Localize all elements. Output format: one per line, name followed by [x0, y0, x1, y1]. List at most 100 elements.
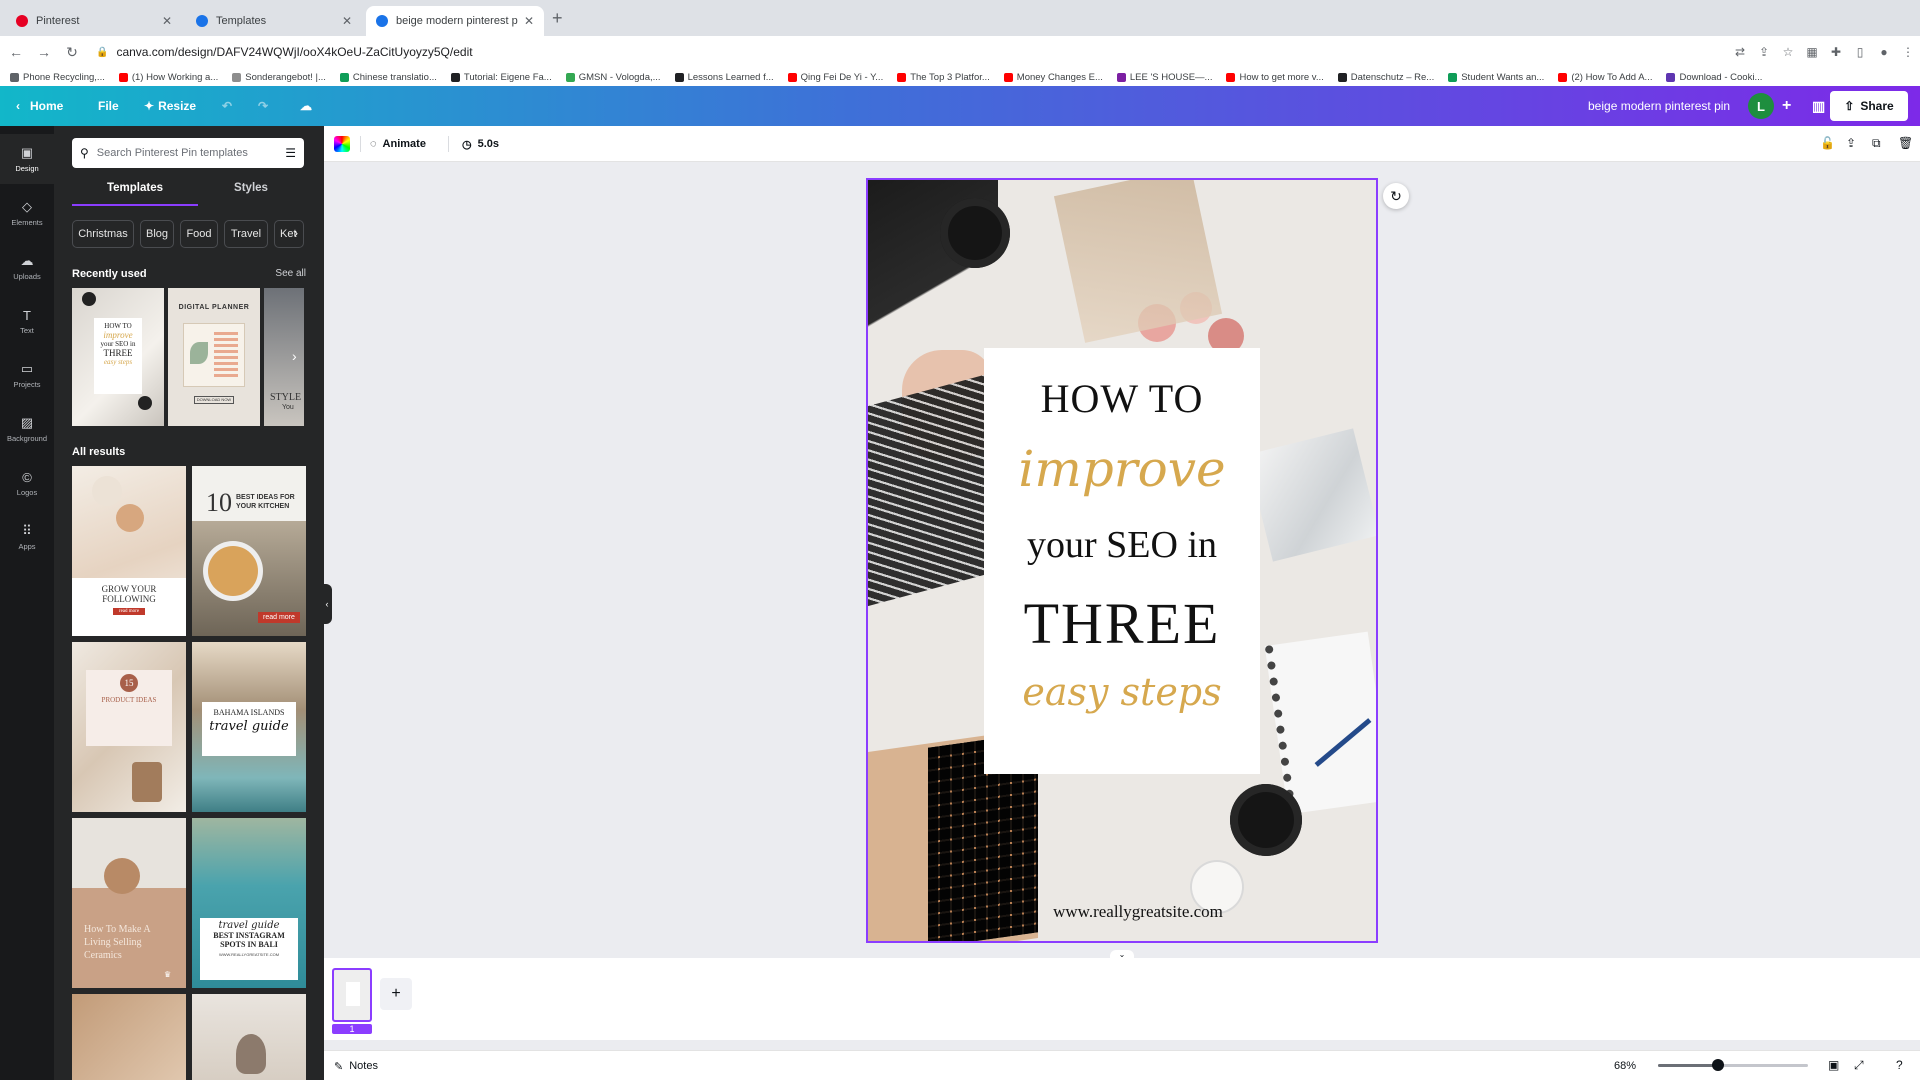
bookmark-item[interactable]: Chinese translatio...: [339, 72, 437, 83]
template-result-3[interactable]: 15 PRODUCT IDEAS: [72, 642, 186, 812]
chip-food[interactable]: Food: [180, 220, 218, 248]
chips-scroll-right-icon[interactable]: ›: [294, 226, 298, 240]
headline-improve[interactable]: improve: [984, 440, 1260, 498]
rail-item-projects[interactable]: ▭ Projects: [0, 350, 54, 400]
help-icon[interactable]: ?: [1896, 1058, 1903, 1072]
zoom-percentage[interactable]: 68%: [1614, 1051, 1636, 1080]
bookmark-item[interactable]: Sonderangebot! |...: [232, 72, 326, 83]
reload-icon[interactable]: ↻: [60, 44, 84, 61]
website-text[interactable]: www.reallygreatsite.com: [1018, 902, 1258, 922]
bookmark-item[interactable]: Student Wants an...: [1448, 72, 1544, 83]
tab-styles-panel[interactable]: Styles: [198, 182, 304, 206]
filter-icon[interactable]: ☰: [285, 146, 296, 160]
bookmark-item[interactable]: Tutorial: Eigene Fa...: [450, 72, 552, 83]
notes-button[interactable]: ✎ Notes: [334, 1051, 378, 1080]
chip-christmas[interactable]: Christmas: [72, 220, 134, 248]
bookmark-item[interactable]: Lessons Learned f...: [674, 72, 774, 83]
collapse-pages-icon[interactable]: ⌄: [1110, 950, 1134, 960]
close-tab-icon[interactable]: ✕: [342, 14, 352, 28]
chip-keto[interactable]: Ket: [274, 220, 304, 248]
bookmark-item[interactable]: Qing Fei De Yi - Y...: [787, 72, 883, 83]
chip-travel[interactable]: Travel: [224, 220, 268, 248]
forward-icon[interactable]: →: [32, 44, 56, 60]
cloud-saved-icon[interactable]: ☁: [300, 86, 312, 126]
add-collaborator-icon[interactable]: +: [1782, 86, 1791, 126]
undo-icon[interactable]: ↶: [222, 86, 232, 126]
bookmark-item[interactable]: The Top 3 Platfor...: [897, 72, 990, 83]
bookmark-item[interactable]: Phone Recycling,...: [10, 72, 105, 83]
share-button[interactable]: ⇧ Share: [1830, 91, 1908, 121]
back-icon[interactable]: ←: [4, 44, 28, 60]
insights-chart-icon[interactable]: ▥: [1812, 86, 1825, 126]
headline-easy-steps[interactable]: easy steps: [984, 670, 1260, 714]
template-result-6[interactable]: travel guide BEST INSTAGRAM SPOTS IN BAL…: [192, 818, 306, 988]
file-menu-button[interactable]: File: [98, 86, 119, 126]
trash-icon[interactable]: 🗑: [1898, 136, 1913, 150]
bookmark-item[interactable]: Download - Cooki...: [1666, 72, 1762, 83]
close-tab-icon[interactable]: ✕: [524, 14, 534, 28]
recent-scroll-right-icon[interactable]: ›: [292, 348, 297, 364]
lock-icon[interactable]: 🔓: [1820, 136, 1835, 150]
upload-icon[interactable]: ⇪: [1846, 136, 1856, 150]
bookmark-item[interactable]: LEE 'S HOUSE—...: [1116, 72, 1212, 83]
design-title[interactable]: beige modern pinterest pin: [1588, 86, 1730, 126]
avatar[interactable]: L: [1748, 93, 1774, 119]
recent-template-2[interactable]: DIGITAL PLANNER DOWNLOAD NOW: [168, 288, 260, 426]
bookmark-star-icon[interactable]: ☆: [1776, 45, 1800, 59]
rail-item-design[interactable]: ▣ Design: [0, 134, 54, 184]
share-page-icon[interactable]: ⇪: [1752, 45, 1776, 59]
page-view-icon[interactable]: ▣: [1828, 1058, 1839, 1072]
menu-kebab-icon[interactable]: ⋮: [1896, 45, 1920, 59]
animate-button[interactable]: ◌ Animate: [370, 126, 426, 162]
new-tab-icon[interactable]: +: [552, 8, 563, 29]
see-all-link[interactable]: See all: [275, 268, 306, 279]
extension-icon[interactable]: ▦: [1800, 45, 1824, 59]
template-search-input[interactable]: ⚲ Search Pinterest Pin templates ☰: [72, 138, 304, 168]
rail-item-uploads[interactable]: ☁ Uploads: [0, 242, 54, 292]
template-result-8[interactable]: [192, 994, 306, 1080]
rail-item-logos[interactable]: © Logos: [0, 458, 54, 508]
bookmark-item[interactable]: (1) How Working a...: [118, 72, 218, 83]
template-result-2[interactable]: 10 BEST IDEAS FOR YOUR KITCHEN read more: [192, 466, 306, 636]
fullscreen-icon[interactable]: ⤢: [1854, 1058, 1864, 1073]
headline-your-seo[interactable]: your SEO in: [984, 523, 1260, 567]
chip-blog[interactable]: Blog: [140, 220, 174, 248]
puzzle-icon[interactable]: ✚: [1824, 45, 1848, 59]
template-result-5[interactable]: How To Make A Living Selling Ceramics ♛: [72, 818, 186, 988]
bookmark-item[interactable]: How to get more v...: [1226, 72, 1324, 83]
headline-how-to[interactable]: HOW TO: [984, 375, 1260, 422]
close-tab-icon[interactable]: ✕: [162, 14, 172, 28]
refresh-icon[interactable]: ↻: [1383, 183, 1409, 209]
tab-canva-design[interactable]: beige modern pinterest pin - P ✕: [366, 6, 544, 36]
resize-button[interactable]: ✦ Resize: [144, 86, 196, 126]
profile-icon[interactable]: ●: [1872, 45, 1896, 59]
duration-button[interactable]: ◷ 5.0s: [462, 126, 499, 162]
headline-three[interactable]: THREE: [984, 590, 1260, 657]
zoom-slider-handle[interactable]: [1712, 1059, 1724, 1071]
url-field[interactable]: 🔒 canva.com/design/DAFV24WQWjI/ooX4kOeU-…: [96, 40, 1728, 64]
recent-template-1[interactable]: HOW TO improve your SEO in THREE easy st…: [72, 288, 164, 426]
bookmark-item[interactable]: GMSN - Vologda,...: [565, 72, 661, 83]
template-result-1[interactable]: GROW YOUR FOLLOWING read more: [72, 466, 186, 636]
duplicate-icon[interactable]: ⧉: [1872, 136, 1881, 151]
recent-template-3[interactable]: STYLE You: [264, 288, 304, 426]
tab-templates-panel[interactable]: Templates: [72, 182, 198, 206]
tab-pinterest[interactable]: Pinterest ✕: [6, 6, 182, 36]
rail-item-text[interactable]: T Text: [0, 296, 54, 346]
collapse-panel-icon[interactable]: ‹: [322, 584, 332, 624]
rail-item-apps[interactable]: ⠿ Apps: [0, 512, 54, 562]
lock-icon[interactable]: 🔒: [96, 47, 108, 58]
template-result-7[interactable]: [72, 994, 186, 1080]
page-thumbnail[interactable]: [332, 968, 372, 1022]
bookmark-item[interactable]: Money Changes E...: [1003, 72, 1103, 83]
tab-templates[interactable]: Templates ✕: [186, 6, 362, 36]
translate-icon[interactable]: ⇄: [1728, 45, 1752, 59]
redo-icon[interactable]: ↷: [258, 86, 268, 126]
home-button[interactable]: ‹ Home: [16, 86, 63, 126]
color-picker-icon[interactable]: [334, 136, 350, 152]
add-page-button[interactable]: +: [380, 978, 412, 1010]
bookmark-item[interactable]: Datenschutz – Re...: [1337, 72, 1434, 83]
rail-item-elements[interactable]: ◇ Elements: [0, 188, 54, 238]
template-result-4[interactable]: BAHAMA ISLANDS travel guide: [192, 642, 306, 812]
bookmark-item[interactable]: (2) How To Add A...: [1558, 72, 1652, 83]
